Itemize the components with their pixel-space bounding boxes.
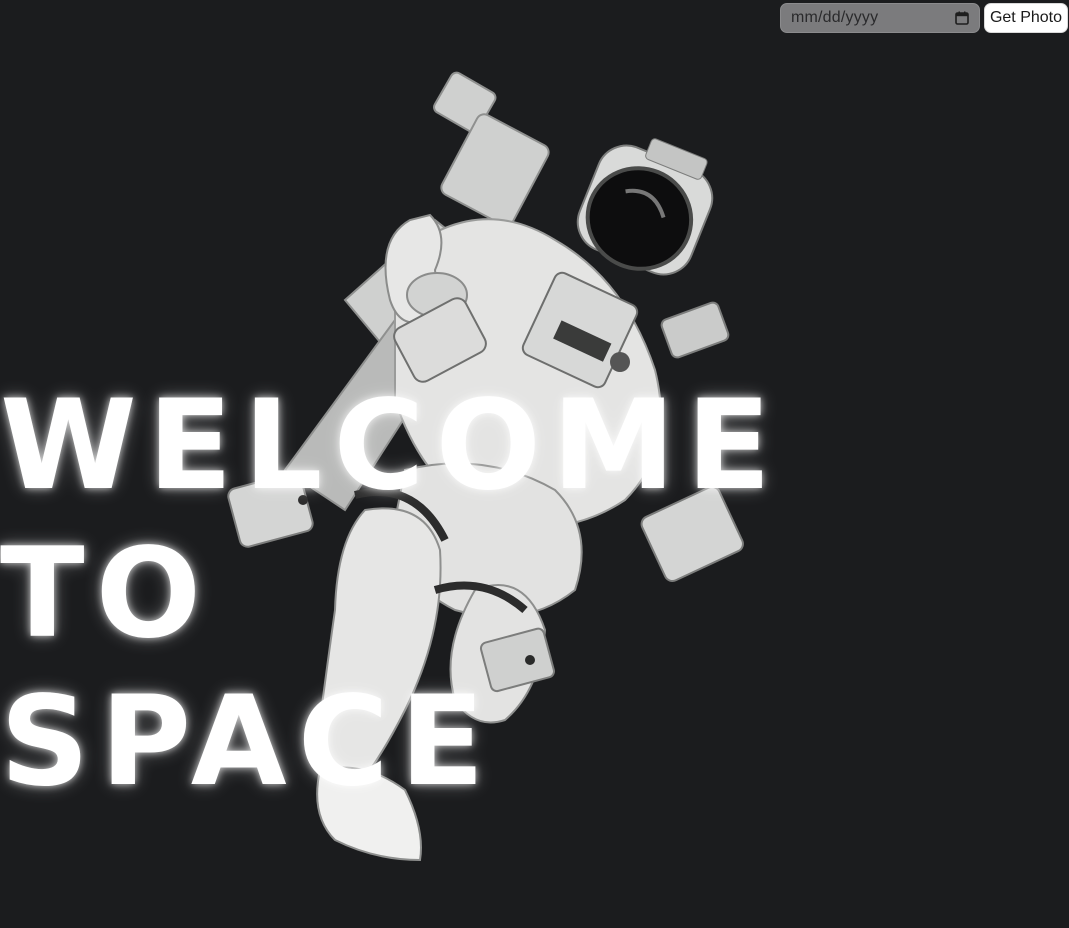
- welcome-headline: WELCOME TO SPACE: [0, 372, 782, 816]
- date-placeholder: mm/dd/yyyy: [790, 9, 879, 26]
- calendar-icon[interactable]: [955, 11, 969, 25]
- photo-controls: mm/dd/yyyy Get Photo: [779, 3, 1068, 33]
- headline-line-3: SPACE: [0, 670, 496, 814]
- headline-line-1: WELCOME: [0, 374, 783, 518]
- date-input[interactable]: mm/dd/yyyy: [779, 3, 980, 33]
- page: mm/dd/yyyy Get Photo WELCOME TO SPACE: [0, 0, 1069, 928]
- get-photo-button[interactable]: Get Photo: [983, 3, 1068, 33]
- headline-line-2: TO: [0, 522, 212, 666]
